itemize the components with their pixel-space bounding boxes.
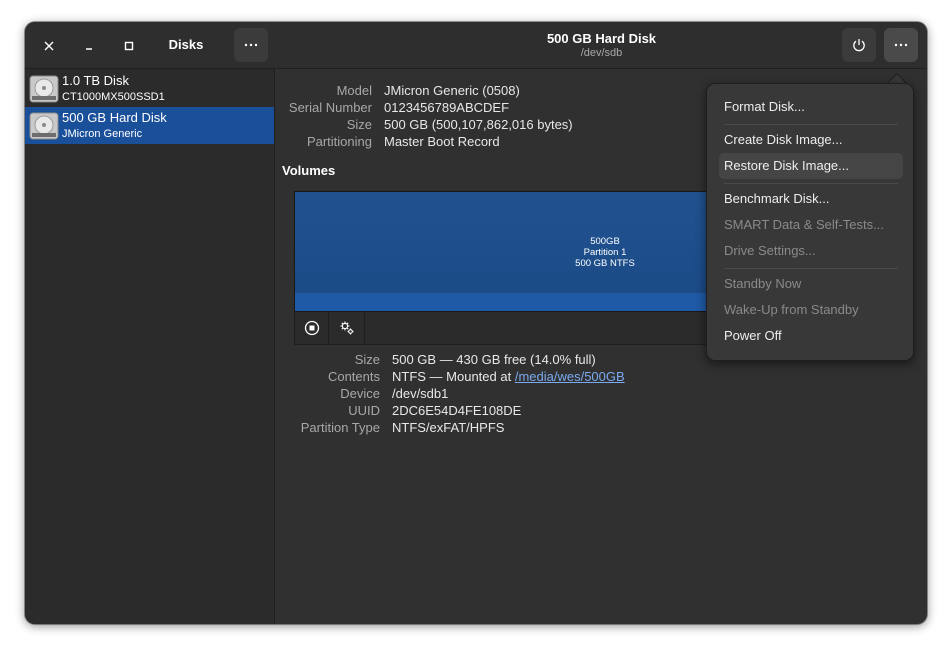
device-label: Device	[340, 386, 380, 401]
disk-name: 500 GB Hard Disk	[62, 110, 167, 125]
partition-label: 500GB Partition 1 500 GB NTFS	[555, 236, 655, 269]
drive-menu-popover: Format Disk... Create Disk Image... Rest…	[706, 83, 914, 361]
partition-settings-button[interactable]	[329, 312, 365, 344]
main-header: 500 GB Hard Disk /dev/sdb	[276, 22, 927, 69]
disks-window: Disks 1.0 TB Disk CT1000MX500SSD1 500 GB…	[25, 22, 927, 624]
maximize-button[interactable]	[117, 34, 141, 58]
device-value: /dev/sdb1	[392, 386, 449, 401]
more-icon	[894, 43, 908, 47]
sidebar-menu-button[interactable]	[234, 28, 268, 62]
minimize-icon	[86, 48, 92, 50]
power-icon	[853, 39, 865, 52]
partition-strip	[295, 293, 713, 311]
contents-text: NTFS — Mounted at	[392, 369, 515, 384]
contents-value: NTFS — Mounted at /media/wes/500GB	[392, 369, 625, 384]
gears-icon	[340, 321, 353, 335]
unmount-button[interactable]	[295, 312, 329, 344]
close-button[interactable]	[37, 34, 61, 58]
sidebar: Disks 1.0 TB Disk CT1000MX500SSD1 500 GB…	[25, 22, 275, 624]
close-icon	[44, 41, 54, 51]
disk-model: CT1000MX500SSD1	[62, 91, 165, 103]
mount-point-link[interactable]: /media/wes/500GB	[515, 369, 625, 384]
disk-item-500gb[interactable]: 500 GB Hard Disk JMicron Generic	[25, 107, 274, 144]
partition-type-value: NTFS/exFAT/HPFS	[392, 420, 505, 435]
disk-item-1tb[interactable]: 1.0 TB Disk CT1000MX500SSD1	[25, 70, 274, 107]
partition-type-label: Partition Type	[300, 420, 380, 435]
menu-item-power-off[interactable]: Power Off	[719, 323, 903, 349]
uuid-label: UUID	[348, 403, 380, 418]
device-path: /dev/sdb	[580, 47, 623, 59]
disk-model: JMicron Generic	[62, 128, 143, 140]
hard-disk-icon	[29, 112, 59, 140]
size-label: Size	[346, 117, 372, 132]
page-title: 500 GB Hard Disk	[546, 31, 657, 46]
partitioning-value: Master Boot Record	[384, 134, 500, 149]
stop-icon	[304, 320, 319, 336]
menu-item-create-disk-image[interactable]: Create Disk Image...	[719, 127, 903, 153]
volumes-heading: Volumes	[282, 163, 336, 178]
power-off-button[interactable]	[842, 28, 876, 62]
menu-item-restore-disk-image[interactable]: Restore Disk Image...	[719, 153, 903, 179]
menu-item-smart-data[interactable]: SMART Data & Self-Tests...	[719, 212, 903, 238]
model-label: Model	[336, 83, 372, 98]
more-icon	[244, 43, 258, 47]
partitioning-label: Partitioning	[306, 134, 372, 149]
minimize-button[interactable]	[77, 34, 101, 58]
hard-disk-icon	[29, 75, 59, 103]
menu-separator	[724, 268, 898, 269]
menu-separator	[724, 183, 898, 184]
partition-size-label: Size	[354, 352, 380, 367]
menu-separator	[724, 124, 898, 125]
maximize-icon	[124, 41, 134, 51]
serial-value: 0123456789ABCDEF	[384, 100, 510, 115]
partition-name-text: Partition 1	[583, 247, 627, 258]
drive-menu-button[interactable]	[884, 28, 918, 62]
partition-fs-text: 500 GB NTFS	[575, 258, 635, 269]
menu-item-drive-settings[interactable]: Drive Settings...	[719, 238, 903, 264]
app-title: Disks	[168, 37, 204, 52]
disk-name: 1.0 TB Disk	[62, 73, 129, 88]
menu-item-standby-now[interactable]: Standby Now	[719, 271, 903, 297]
contents-label: Contents	[327, 369, 380, 384]
partition-1-block[interactable]: 500GB Partition 1 500 GB NTFS	[294, 191, 714, 312]
menu-item-wake-up[interactable]: Wake-Up from Standby	[719, 297, 903, 323]
menu-item-format-disk[interactable]: Format Disk...	[719, 94, 903, 120]
menu-item-benchmark-disk[interactable]: Benchmark Disk...	[719, 186, 903, 212]
partition-size-text: 500GB	[590, 236, 620, 247]
volume-toolbar	[294, 312, 714, 345]
uuid-value: 2DC6E54D4FE108DE	[392, 403, 522, 418]
partition-size-value: 500 GB — 430 GB free (14.0% full)	[392, 352, 596, 367]
model-value: JMicron Generic (0508)	[384, 83, 520, 98]
size-value: 500 GB (500,107,862,016 bytes)	[384, 117, 573, 132]
sidebar-header: Disks	[25, 22, 275, 69]
serial-label: Serial Number	[288, 100, 372, 115]
